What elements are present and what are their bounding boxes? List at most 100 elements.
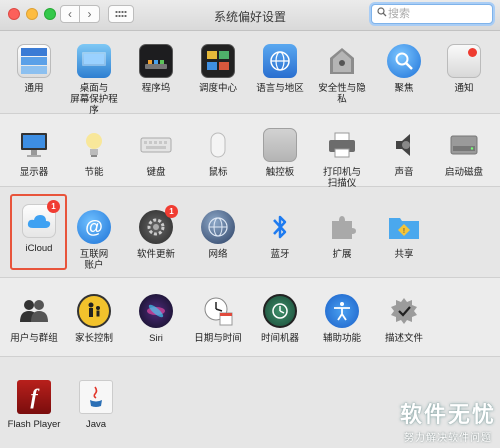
- pref-printers-scanners[interactable]: 打印机与 扫描仪: [314, 128, 370, 189]
- general-icon: [17, 44, 51, 78]
- pref-siri[interactable]: Siri: [128, 294, 184, 344]
- pref-internet-accounts[interactable]: @ 互联网 账户: [66, 210, 122, 271]
- pref-date-time[interactable]: 日期与时间: [190, 294, 246, 344]
- pref-bluetooth[interactable]: 蓝牙: [252, 210, 308, 260]
- pref-displays[interactable]: 显示器: [6, 128, 62, 178]
- pref-label: 扩展: [332, 249, 352, 260]
- pref-profiles[interactable]: 描述文件: [376, 294, 432, 344]
- energy-saver-icon: [77, 128, 111, 162]
- pref-language-region[interactable]: 语言与地区: [252, 44, 308, 94]
- pref-sound[interactable]: 声音: [376, 128, 432, 178]
- pref-label: 共享: [394, 249, 414, 260]
- pref-users-groups[interactable]: 用户与群组: [6, 294, 62, 344]
- pref-parental-controls[interactable]: 家长控制: [66, 294, 122, 344]
- pref-accessibility[interactable]: 辅助功能: [314, 294, 370, 344]
- search-icon: [377, 7, 387, 20]
- software-update-icon: 1: [139, 205, 178, 244]
- internet-accounts-icon: @: [77, 210, 111, 244]
- watermark-logo: 软件无忧 努力解决软件问题: [400, 397, 496, 444]
- pref-dock[interactable]: 程序坞: [128, 44, 184, 94]
- pref-label: Java: [85, 419, 107, 430]
- notifications-icon: [447, 44, 481, 78]
- trackpad-icon: [263, 128, 297, 162]
- pref-label: 程序坞: [141, 83, 171, 94]
- pref-label: 显示器: [19, 167, 49, 178]
- pref-keyboard[interactable]: 键盘: [128, 128, 184, 178]
- security-privacy-icon: [325, 44, 359, 78]
- network-icon: [201, 210, 235, 244]
- pref-icloud[interactable]: 1 iCloud: [11, 200, 67, 254]
- pref-network[interactable]: 网络: [190, 210, 246, 260]
- pref-label: Flash Player: [7, 419, 61, 430]
- pref-mouse[interactable]: 鼠标: [190, 128, 246, 178]
- sharing-icon: !: [387, 210, 421, 244]
- printers-scanners-icon: [325, 128, 359, 162]
- pref-label: 触控板: [265, 167, 295, 178]
- pref-label: 鼠标: [208, 167, 228, 178]
- flash-player-icon: f: [17, 380, 51, 414]
- badge-count: 1: [47, 200, 60, 213]
- date-time-icon: [201, 294, 235, 328]
- startup-disk-icon: [447, 128, 481, 162]
- pref-label: 声音: [394, 167, 414, 178]
- pref-spotlight[interactable]: 聚焦: [376, 44, 432, 94]
- language-region-icon: [263, 44, 297, 78]
- pref-java[interactable]: Java: [68, 380, 124, 430]
- extensions-icon: [325, 210, 359, 244]
- dock-icon: [139, 44, 173, 78]
- pref-sharing[interactable]: ! 共享: [376, 210, 432, 260]
- pref-trackpad[interactable]: 触控板: [252, 128, 308, 178]
- mission-control-icon: [201, 44, 235, 78]
- pref-flash-player[interactable]: f Flash Player: [6, 380, 62, 430]
- pref-mission-control[interactable]: 调度中心: [190, 44, 246, 94]
- pref-label: 聚焦: [394, 83, 414, 94]
- pref-notifications[interactable]: 通知: [436, 44, 492, 94]
- bluetooth-icon: [263, 210, 297, 244]
- pref-label: 互联网 账户: [79, 249, 109, 271]
- icloud-icon: 1: [22, 200, 60, 238]
- siri-icon: [139, 294, 173, 328]
- accessibility-icon: [325, 294, 359, 328]
- pref-security-privacy[interactable]: 安全性与隐私: [314, 44, 370, 105]
- pref-label: 调度中心: [198, 83, 237, 94]
- pref-time-machine[interactable]: 时间机器: [252, 294, 308, 344]
- pref-label: 日期与时间: [194, 333, 242, 344]
- watermark-title: 软件无忧: [399, 402, 496, 427]
- time-machine-icon: [263, 294, 297, 328]
- spotlight-icon: [387, 44, 421, 78]
- mouse-icon: [201, 128, 235, 162]
- displays-icon: [17, 128, 51, 162]
- title-bar: ‹ › 系统偏好设置: [0, 0, 500, 31]
- profiles-icon: [387, 294, 421, 328]
- search-field[interactable]: [371, 4, 493, 24]
- pref-startup-disk[interactable]: 启动磁盘: [436, 128, 492, 178]
- pref-label: 语言与地区: [256, 83, 304, 94]
- section-divider: [0, 277, 500, 278]
- parental-controls-icon: [77, 294, 111, 328]
- pref-label: 启动磁盘: [444, 167, 483, 178]
- pref-label: 描述文件: [384, 333, 423, 344]
- pref-label: 键盘: [146, 167, 166, 178]
- pref-label: 家长控制: [74, 333, 113, 344]
- pref-energy-saver[interactable]: 节能: [66, 128, 122, 178]
- sound-icon: [387, 128, 421, 162]
- watermark-subtitle: 努力解决软件问题: [403, 433, 492, 444]
- desktop-screensaver-icon: [77, 44, 111, 78]
- pref-general[interactable]: 通用: [6, 44, 62, 94]
- pref-label: 辅助功能: [322, 333, 361, 344]
- pref-label: 通用: [24, 83, 44, 94]
- pref-label: 用户与群组: [10, 333, 58, 344]
- pref-extensions[interactable]: 扩展: [314, 210, 370, 260]
- pref-label: 软件更新: [136, 249, 175, 260]
- pref-label: 网络: [208, 249, 228, 260]
- pref-label: 打印机与 扫描仪: [322, 167, 361, 189]
- pref-label: iCloud: [25, 243, 53, 254]
- pref-label: 通知: [454, 83, 474, 94]
- pref-label: Siri: [149, 333, 163, 344]
- pref-desktop-screensaver[interactable]: 桌面与 屏幕保护程序: [66, 44, 122, 116]
- search-input[interactable]: [388, 6, 484, 22]
- svg-text:!: !: [403, 228, 405, 235]
- pref-software-update[interactable]: 1 软件更新: [128, 205, 184, 260]
- keyboard-icon: [139, 128, 173, 162]
- pref-label: 安全性与隐私: [318, 83, 366, 105]
